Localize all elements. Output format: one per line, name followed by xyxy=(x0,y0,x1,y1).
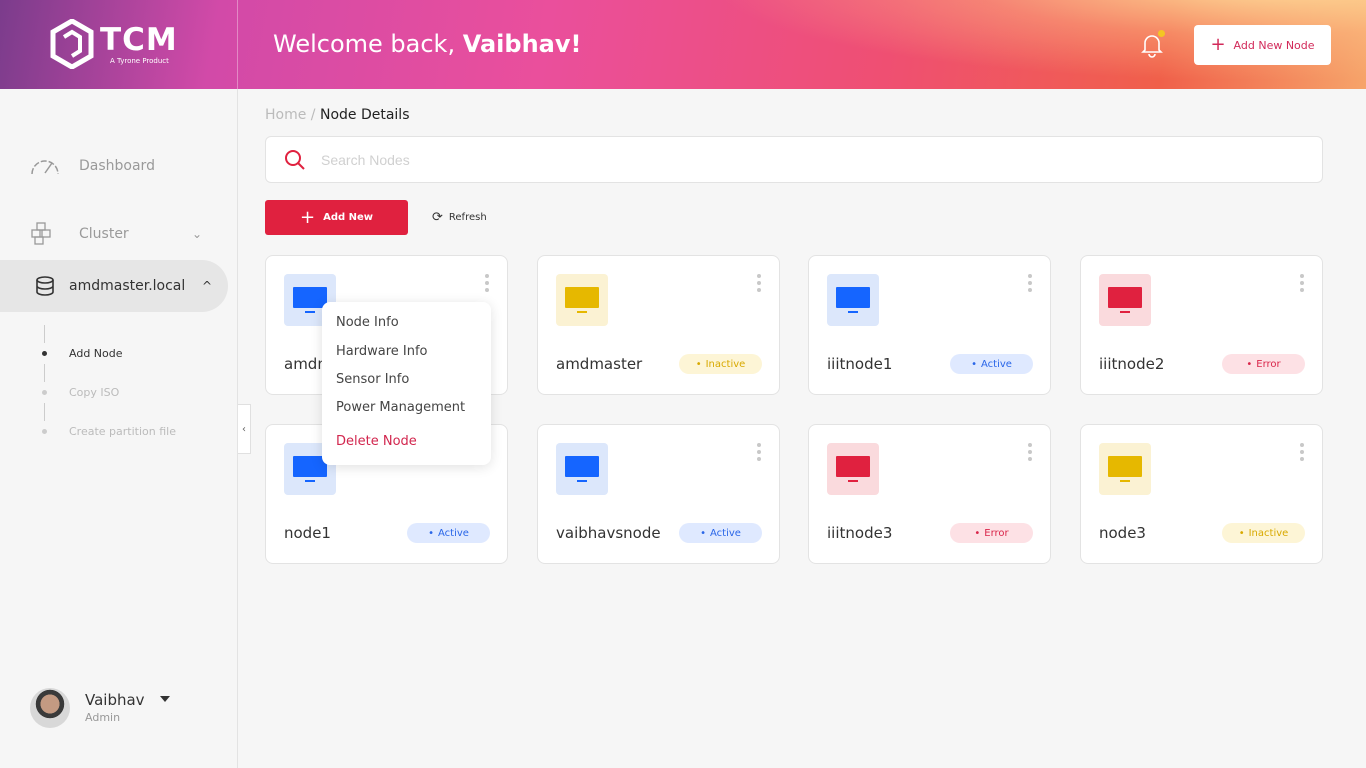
plus-icon: + xyxy=(1210,34,1226,55)
gauge-icon xyxy=(31,160,59,175)
menu-item-sensor-info[interactable]: Sensor Info xyxy=(336,372,409,387)
sidebar-item-cluster[interactable]: Cluster ⌄ xyxy=(0,222,238,245)
monitor-icon xyxy=(556,274,608,326)
sidebar-item-amdmaster-local[interactable]: amdmaster.local ^ xyxy=(0,260,228,312)
tcm-logo-icon xyxy=(50,19,94,69)
add-new-node-button[interactable]: + Add New Node xyxy=(1194,25,1331,65)
subitem-copy-iso[interactable]: Copy ISO xyxy=(69,386,119,399)
caret-down-icon[interactable] xyxy=(160,696,170,702)
step-dot xyxy=(42,390,47,395)
step-dot xyxy=(42,351,47,356)
monitor-icon xyxy=(1099,443,1151,495)
notification-dot xyxy=(1158,30,1165,37)
more-options-icon[interactable] xyxy=(1300,274,1304,295)
chevron-up-icon[interactable]: ^ xyxy=(202,279,212,293)
add-new-button[interactable]: + Add New xyxy=(265,200,408,235)
sidebar-item-dashboard[interactable]: Dashboard xyxy=(0,155,238,177)
subitem-create-partition-file[interactable]: Create partition file xyxy=(69,425,176,438)
more-options-icon[interactable] xyxy=(1028,443,1032,464)
step-dot xyxy=(42,429,47,434)
status-badge: • Active xyxy=(679,523,762,543)
node-name: iiitnode3 xyxy=(827,524,893,542)
chevron-down-icon: ⌄ xyxy=(192,227,203,241)
search-icon xyxy=(285,150,305,170)
monitor-icon xyxy=(827,274,879,326)
node-name: vaibhavsnode xyxy=(556,524,661,542)
status-badge: • Error xyxy=(1222,354,1305,374)
status-badge: • Error xyxy=(950,523,1033,543)
node-context-menu: Node Info Hardware Info Sensor Info Powe… xyxy=(322,302,491,465)
collapse-sidebar-button[interactable]: ‹ xyxy=(238,404,251,454)
more-options-icon[interactable] xyxy=(757,443,761,464)
menu-item-hardware-info[interactable]: Hardware Info xyxy=(336,344,428,359)
more-options-icon[interactable] xyxy=(1028,274,1032,295)
refresh-button[interactable]: ⟳ Refresh xyxy=(432,210,487,225)
node-name: node3 xyxy=(1099,524,1146,542)
node-name: iiitnode2 xyxy=(1099,355,1165,373)
more-options-icon[interactable] xyxy=(757,274,761,295)
node-card[interactable]: iiitnode1 • Active xyxy=(808,255,1051,395)
menu-item-delete-node[interactable]: Delete Node xyxy=(336,434,417,449)
menu-item-power-management[interactable]: Power Management xyxy=(336,400,465,415)
cubes-icon xyxy=(31,222,51,245)
node-card[interactable]: node3 • Inactive xyxy=(1080,424,1323,564)
search-bar xyxy=(265,136,1323,183)
node-name: amdmaster xyxy=(556,355,643,373)
node-name: iiitnode1 xyxy=(827,355,893,373)
menu-item-node-info[interactable]: Node Info xyxy=(336,315,399,330)
node-card[interactable]: amdmaster • Inactive xyxy=(537,255,780,395)
monitor-icon xyxy=(1099,274,1151,326)
node-name: node1 xyxy=(284,524,331,542)
monitor-icon xyxy=(556,443,608,495)
plus-icon: + xyxy=(299,207,316,228)
node-card[interactable]: iiitnode2 • Error xyxy=(1080,255,1323,395)
welcome-title: Welcome back, Vaibhav! xyxy=(273,30,582,58)
monitor-icon xyxy=(827,443,879,495)
status-badge: • Inactive xyxy=(679,354,762,374)
breadcrumb: Home / Node Details xyxy=(265,107,410,123)
search-input[interactable] xyxy=(321,149,1221,171)
more-options-icon[interactable] xyxy=(1300,443,1304,464)
logo[interactable]: TCM A Tyrone Product xyxy=(0,0,238,89)
more-options-icon[interactable] xyxy=(485,274,489,295)
avatar xyxy=(30,688,70,728)
refresh-icon: ⟳ xyxy=(432,210,443,225)
status-badge: • Active xyxy=(407,523,490,543)
node-card[interactable]: vaibhavsnode • Active xyxy=(537,424,780,564)
status-badge: • Inactive xyxy=(1222,523,1305,543)
node-card[interactable]: iiitnode3 • Error xyxy=(808,424,1051,564)
breadcrumb-home[interactable]: Home xyxy=(265,107,306,123)
subitem-add-node[interactable]: Add Node xyxy=(69,347,123,360)
sidebar: Dashboard Cluster ⌄ amdmaster.local ^ Ad… xyxy=(0,89,238,768)
status-badge: • Active xyxy=(950,354,1033,374)
database-icon xyxy=(36,276,54,296)
